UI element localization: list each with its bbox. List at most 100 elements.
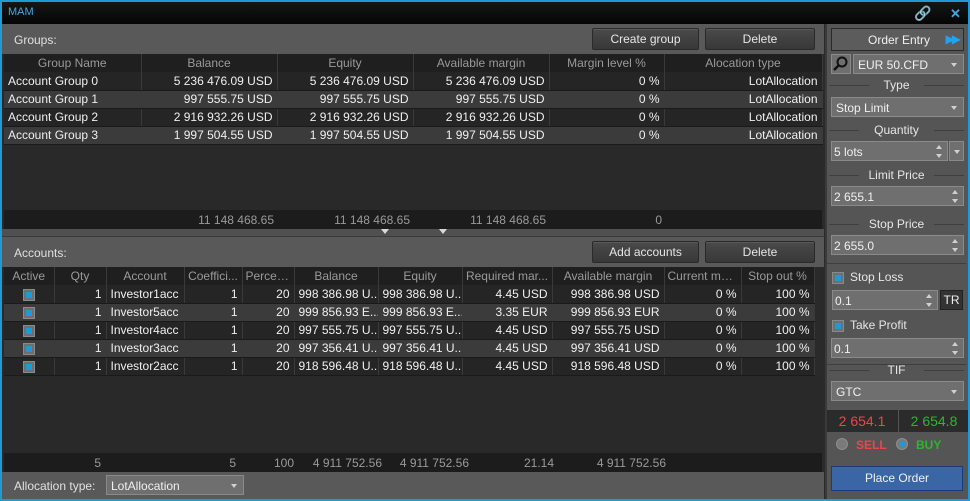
groups-totals-row: 11 148 468.65 11 148 468.65 11 148 468.6… [4,210,822,229]
title-bar[interactable]: MAM 🔗 ✕ [2,2,968,24]
take-profit-label: Take Profit [850,318,907,332]
accounts-column-header[interactable]: Stop out % [741,267,815,285]
stepper-arrows-icon[interactable] [926,293,933,309]
limit-price-input[interactable]: 2 655.1 [831,186,964,206]
groups-column-header[interactable]: Group Name [4,54,142,72]
buy-radio[interactable] [896,438,908,450]
groups-total-available-margin: 11 148 468.65 [470,213,546,227]
stop-loss-input[interactable]: 0.1 [832,290,938,310]
active-checkbox[interactable] [22,306,35,319]
create-group-button[interactable]: Create group [592,28,699,50]
required-margin-cell: 3.35 EUR [462,303,553,322]
symbol-select[interactable]: EUR 50.CFD [853,54,964,74]
active-checkbox[interactable] [22,288,35,301]
stop-loss-checkbox[interactable]: Stop Loss [832,270,903,286]
available-margin-cell: 997 555.75 USD [413,90,550,109]
active-cell[interactable] [4,321,55,340]
accounts-column-header[interactable]: Equity [378,267,463,285]
account-row[interactable]: 1 Investor4acc 1 20 997 555.75 U... 997 555.7… [4,321,815,340]
delete-group-button[interactable]: Delete [705,28,815,50]
order-entry-panel: Order Entry ▶▶ EUR 50.CFD Type Stop Limi… [825,24,968,499]
stepper-arrows-icon[interactable] [952,189,959,205]
available-margin-cell: 998 386.98 USD [552,285,665,304]
quantity-dropdown[interactable] [949,141,964,161]
order-entry-header[interactable]: Order Entry ▶▶ [831,28,964,51]
active-cell[interactable] [4,285,55,304]
sell-price[interactable]: 2 654.1 [827,413,897,429]
accounts-column-header[interactable]: Current ma... [664,267,742,285]
equity-cell: 5 236 476.09 USD [277,72,414,91]
accounts-header-bar: Accounts: Add accounts Delete [2,237,824,267]
account-row[interactable]: 1 Investor2acc 1 20 918 596.48 U... 918 596.4… [4,357,815,376]
symbol-search-button[interactable] [831,54,851,74]
stepper-arrows-icon[interactable] [952,341,959,357]
percent-cell: 20 [242,357,295,376]
groups-column-header[interactable]: Balance [141,54,278,72]
price-display: 2 654.1 2 654.8 [827,410,968,432]
fast-forward-icon[interactable]: ▶▶ [946,32,962,46]
sell-radio[interactable] [836,438,848,450]
account-row[interactable]: 1 Investor5acc 1 20 999 856.93 E... 999 856.9… [4,303,815,322]
group-row[interactable]: Account Group 1 997 555.75 USD 997 555.75 … [4,90,823,109]
place-order-button[interactable]: Place Order [831,466,963,491]
delete-account-button[interactable]: Delete [705,241,815,263]
group-name-cell: Account Group 2 [4,108,142,127]
take-profit-input[interactable]: 0.1 [831,338,964,358]
tif-select[interactable]: GTC [831,381,964,401]
accounts-column-header[interactable]: Coeffici... [184,267,243,285]
active-cell[interactable] [4,339,55,358]
active-cell[interactable] [4,303,55,322]
equity-cell: 918 596.48 U... [378,357,463,376]
quantity-stepper[interactable]: 5 lots [831,141,948,161]
groups-column-header[interactable]: Margin level % [549,54,665,72]
take-profit-checkbox[interactable]: Take Profit [832,318,907,334]
collapse-arrow-icon[interactable] [439,229,447,234]
margin-level-cell: 0 % [549,108,665,127]
group-row[interactable]: Account Group 22 916 932.26 USD 2 916 932… [4,108,823,127]
close-icon[interactable]: ✕ [950,6,961,22]
accounts-column-header[interactable]: Available margin [552,267,665,285]
accounts-column-header[interactable]: Required mar... [462,267,553,285]
groups-column-header[interactable]: Available margin [413,54,550,72]
account-cell: Investor2acc [106,357,185,376]
accounts-column-header[interactable]: Active [4,267,55,285]
accounts-column-header[interactable]: Percent... [242,267,295,285]
allocation-type-select[interactable]: LotAllocation [106,475,244,495]
available-margin-cell: 918 596.48 USD [552,357,665,376]
account-row[interactable]: 1 Investor3acc 1 20 997 356.41 U... 997 356.4… [4,339,815,358]
buy-price[interactable]: 2 654.8 [899,413,969,429]
checkbox-checked-icon[interactable] [832,319,844,332]
active-checkbox[interactable] [22,324,35,337]
trailing-stop-button[interactable]: TR [940,290,963,310]
accounts-column-header[interactable]: Qty [54,267,107,285]
order-type-select[interactable]: Stop Limit [831,97,964,117]
link-icon[interactable]: 🔗 [914,5,931,22]
stop-price-value: 2 655.0 [834,239,875,253]
accounts-column-header[interactable]: Account [106,267,185,285]
active-checkbox[interactable] [22,360,35,373]
stepper-arrows-icon[interactable] [936,144,943,160]
group-name-cell: Account Group 0 [4,72,142,91]
stepper-arrows-icon[interactable] [952,238,959,254]
checkbox-checked-icon[interactable] [832,271,844,284]
equity-cell: 997 555.75 USD [277,90,414,109]
current-margin-cell: 0 % [664,357,742,376]
group-row[interactable]: Account Group 05 236 476.09 USD 5 236 476… [4,72,823,91]
add-accounts-button[interactable]: Add accounts [592,241,699,263]
accounts-label: Accounts: [14,246,67,260]
active-cell[interactable] [4,357,55,376]
equity-cell: 999 856.93 E... [378,303,463,322]
group-row[interactable]: Account Group 31 997 504.55 USD 1 997 504… [4,126,823,145]
stop-price-input[interactable]: 2 655.0 [831,235,964,255]
collapse-arrow-icon[interactable] [381,229,389,234]
accounts-column-header[interactable]: Balance [294,267,379,285]
type-label: Type [827,78,966,92]
active-checkbox[interactable] [22,342,35,355]
sell-label[interactable]: SELL [856,438,887,452]
panel-splitter[interactable] [2,229,824,237]
buy-label[interactable]: BUY [916,438,941,452]
account-row[interactable]: 1 Investor1acc 1 20 998 386.98 U... 998 386.9… [4,285,815,304]
allocation-type-cell: LotAllocation [664,126,823,145]
groups-column-header[interactable]: Alocation type [664,54,823,72]
groups-column-header[interactable]: Equity [277,54,414,72]
